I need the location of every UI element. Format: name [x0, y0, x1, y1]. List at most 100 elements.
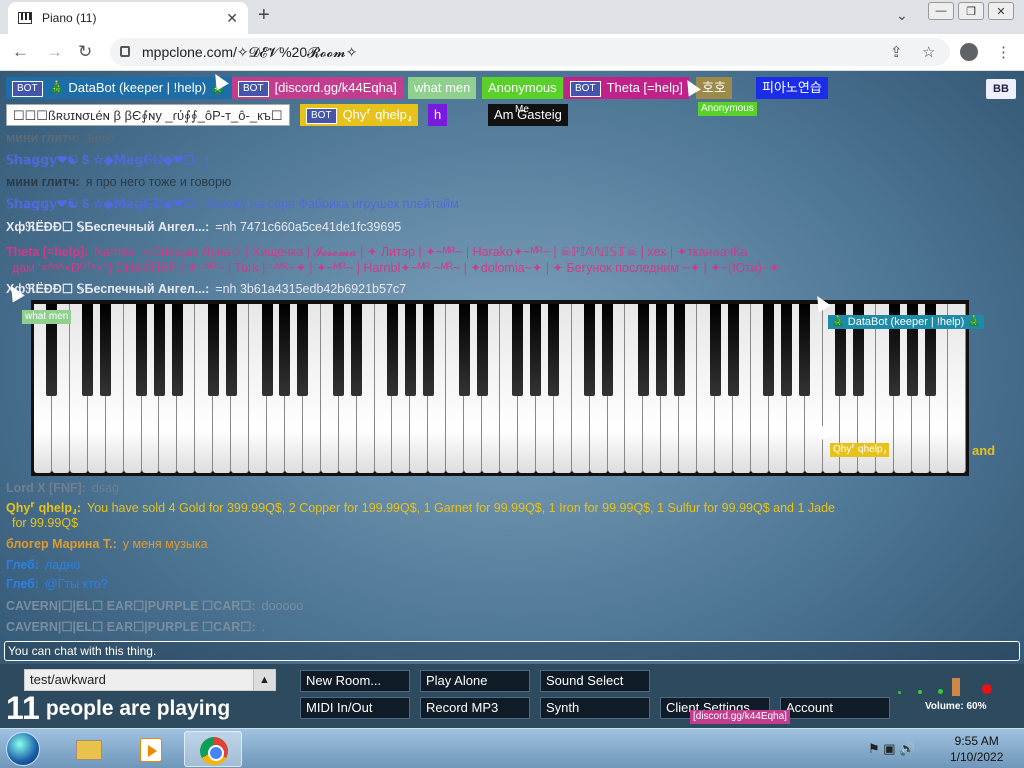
sound-select-button[interactable]: Sound Select	[540, 670, 650, 692]
volume-knob[interactable]	[952, 678, 960, 696]
black-key[interactable]	[153, 304, 165, 396]
black-key[interactable]	[709, 304, 721, 396]
black-key[interactable]	[207, 304, 219, 396]
maximize-icon[interactable]: ❐	[958, 2, 984, 20]
tab-close-icon[interactable]: ✕	[226, 10, 238, 27]
record-mp3-button[interactable]: Record MP3	[420, 697, 530, 719]
black-key[interactable]	[727, 304, 739, 396]
user-badge[interactable]: BOT [discord.gg/k44Eqha]	[232, 77, 403, 99]
new-room-button[interactable]: New Room...	[300, 670, 410, 692]
lock-icon	[120, 46, 130, 57]
black-key[interactable]	[171, 304, 183, 396]
black-key[interactable]	[82, 304, 94, 396]
taskbar-explorer[interactable]	[60, 731, 118, 767]
speaker-icon[interactable]: 🔊	[899, 741, 915, 756]
chat-author: мини глитч:	[6, 175, 80, 189]
window-controls: — ❐ ✕	[928, 2, 1014, 20]
chat-input[interactable]: You can chat with this thing.	[4, 641, 1020, 661]
user-name: h	[434, 107, 442, 122]
cursor-tag-me: Me	[515, 104, 529, 115]
clock[interactable]: 9:55 AM 1/10/2022	[950, 733, 1003, 765]
close-window-icon[interactable]: ✕	[988, 2, 1014, 20]
black-key[interactable]	[673, 304, 685, 396]
black-key[interactable]	[512, 304, 524, 396]
chat-text: @Гты кто?	[44, 577, 108, 591]
black-key[interactable]	[333, 304, 345, 396]
start-button[interactable]	[6, 732, 40, 766]
back-icon[interactable]: ←	[12, 42, 29, 62]
chat-message: for 99.99Q$	[6, 516, 1018, 530]
black-key[interactable]	[763, 304, 775, 396]
black-key[interactable]	[530, 304, 542, 396]
black-key[interactable]	[404, 304, 416, 396]
user-badge[interactable]: Anonymous	[482, 77, 563, 99]
taskbar-media-player[interactable]	[122, 731, 180, 767]
black-key[interactable]	[781, 304, 793, 396]
address-bar[interactable]: mppclone.com/✧𝓓𝓔𝓥%20𝓡𝓸𝓸𝓶✧	[110, 38, 950, 66]
black-key[interactable]	[261, 304, 273, 396]
play-alone-button[interactable]: Play Alone	[420, 670, 530, 692]
forward-icon[interactable]: →	[46, 42, 63, 62]
black-key[interactable]	[799, 304, 811, 396]
midi-button[interactable]: MIDI In/Out	[300, 697, 410, 719]
user-name: Theta [=help]	[606, 80, 683, 95]
volume-label: Volume: 60%	[925, 701, 987, 712]
black-key[interactable]	[548, 304, 560, 396]
user-name: Qhy⸢ qhelp⸥	[342, 107, 412, 122]
chat-author: ХфℜЁĐĐ☐ 𝕊Беспечный Ангел...:	[6, 220, 210, 234]
synth-button[interactable]: Synth	[540, 697, 650, 719]
user-badge[interactable]: ☐☐☐ßʀʊɪɴσʟéɴ β βЄ∮ɴу _ɾύ∮∮_ôP-т_ô-_къ☐	[6, 104, 290, 126]
network-icon[interactable]: ▣	[883, 741, 895, 756]
black-key[interactable]	[476, 304, 488, 396]
flag-icon[interactable]: ⚑	[868, 741, 880, 756]
chat-author: Qhy⸢ qhelp⸥:	[6, 501, 82, 515]
black-key[interactable]	[655, 304, 667, 396]
profile-avatar-icon[interactable]	[960, 43, 978, 61]
user-badge[interactable]: BOT Qhy⸢ qhelp⸥	[300, 104, 418, 126]
account-button[interactable]: Account	[780, 697, 890, 719]
chevron-up-icon[interactable]: ▲	[253, 670, 275, 690]
tab-search-chevron-icon[interactable]: ⌄	[896, 7, 908, 24]
black-key[interactable]	[386, 304, 398, 396]
black-key[interactable]	[225, 304, 237, 396]
black-key[interactable]	[136, 304, 148, 396]
menu-kebab-icon[interactable]: ⋮	[996, 43, 1011, 61]
user-badge[interactable]: BOT 🎄 DataBot (keeper | !help) 🎄	[6, 77, 232, 99]
chat-author: Глеб:	[6, 558, 39, 572]
chat-message: Глеб: ладно	[6, 558, 1018, 572]
black-key[interactable]	[351, 304, 363, 396]
bookmark-star-icon[interactable]: ☆	[922, 43, 935, 61]
black-key[interactable]	[584, 304, 596, 396]
minimize-icon[interactable]: —	[928, 2, 954, 20]
user-badge[interactable]: BOT Theta [=help]	[564, 77, 689, 99]
chat-message: Глеб: @Гты кто?	[6, 577, 1018, 591]
black-key[interactable]	[458, 304, 470, 396]
chat-text: dooooo	[261, 599, 304, 613]
chat-text: for 99.99Q$	[12, 516, 79, 530]
room-select[interactable]: test/awkward ▲	[24, 669, 276, 691]
black-key[interactable]	[100, 304, 112, 396]
cursor-tag-what-men: what men	[22, 310, 72, 324]
taskbar-chrome[interactable]	[184, 731, 242, 767]
black-key[interactable]	[602, 304, 614, 396]
user-badge[interactable]: h	[428, 104, 448, 126]
black-key[interactable]	[637, 304, 649, 396]
chat-text: ладно	[44, 558, 81, 572]
reload-icon[interactable]: ↻	[78, 42, 92, 62]
user-name: 🎄 DataBot (keeper | !help) 🎄	[48, 80, 226, 95]
bb-button[interactable]: BB	[986, 79, 1016, 99]
share-icon[interactable]: ⇪	[890, 43, 903, 61]
black-key[interactable]	[297, 304, 309, 396]
user-badge[interactable]: what men	[408, 77, 477, 99]
black-key[interactable]	[422, 304, 434, 396]
chat-author: Глеб:	[6, 577, 39, 591]
browser-tab[interactable]: Piano (11) ✕	[8, 2, 248, 34]
user-badge[interactable]: 피아노연습	[756, 77, 828, 99]
user-badge[interactable]: 호호	[696, 77, 732, 99]
black-key[interactable]	[279, 304, 291, 396]
new-tab-button[interactable]: +	[258, 4, 270, 27]
chat-author: Theta [=help]:	[6, 245, 89, 259]
bot-badge: BOT	[306, 107, 337, 124]
cursor-tag-discord: [discord.gg/k44Eqha]	[690, 710, 790, 724]
chrome-icon	[200, 737, 228, 765]
